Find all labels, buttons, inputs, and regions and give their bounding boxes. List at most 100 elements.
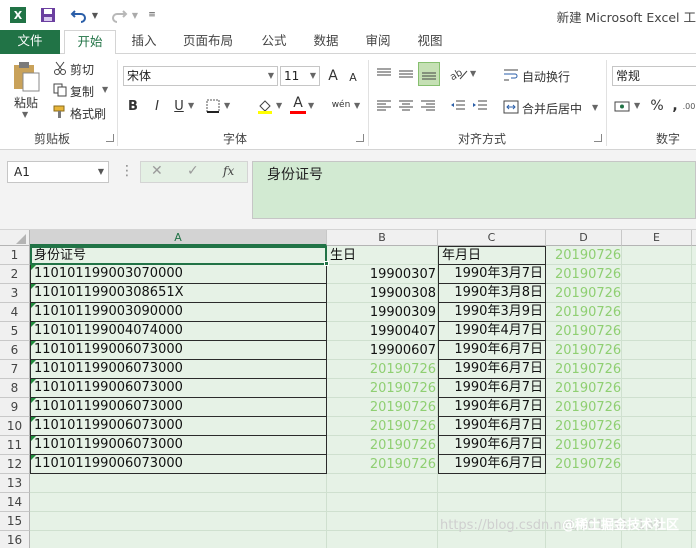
align-bottom-icon[interactable] — [418, 62, 440, 86]
cell-d[interactable]: 20190726 — [546, 455, 622, 474]
cut-button[interactable]: 剪切 — [70, 61, 94, 78]
align-left-icon[interactable] — [374, 96, 394, 116]
comma-style-button[interactable]: , — [668, 96, 682, 116]
row-header[interactable]: 8 — [0, 379, 30, 398]
copy-button[interactable]: 复制 — [70, 83, 94, 100]
cell-a[interactable]: 110101199006073000 — [30, 398, 327, 417]
row-header[interactable]: 3 — [0, 284, 30, 303]
underline-dropdown-icon[interactable]: ▼ — [188, 101, 194, 110]
format-painter-button[interactable]: 格式刷 — [70, 105, 106, 122]
cell-b[interactable]: 20190726 — [327, 360, 438, 379]
font-name-combo[interactable]: 宋体 ▼ — [123, 66, 278, 86]
phonetic-dropdown-icon[interactable]: ▼ — [354, 101, 360, 110]
cell-d[interactable]: 20190726 — [546, 417, 622, 436]
cell-d[interactable]: 20190726 — [546, 284, 622, 303]
italic-button[interactable]: I — [148, 96, 166, 116]
cell-c[interactable]: 1990年3月8日 — [438, 284, 546, 303]
column-header-f[interactable] — [692, 230, 696, 246]
cancel-icon[interactable]: ✕ — [151, 163, 163, 179]
number-format-combo[interactable]: 常规 — [612, 66, 696, 86]
underline-button[interactable]: U — [170, 96, 188, 116]
cell-c[interactable]: 年月日 — [438, 246, 546, 265]
cell-a[interactable]: 110101199006073000 — [30, 360, 327, 379]
decrease-indent-icon[interactable] — [448, 96, 468, 116]
select-all-corner[interactable] — [0, 230, 30, 246]
currency-icon[interactable] — [612, 96, 634, 116]
insert-function-icon[interactable]: fx — [223, 164, 234, 178]
cell-d[interactable]: 20190726 — [546, 265, 622, 284]
tab-file[interactable]: 文件 — [0, 30, 60, 54]
copy-dropdown-icon[interactable]: ▼ — [102, 85, 108, 94]
tab-formulas[interactable]: 公式 — [252, 30, 296, 54]
tab-view[interactable]: 视图 — [408, 30, 452, 54]
align-middle-icon[interactable] — [396, 64, 416, 84]
formula-input[interactable]: 身份证号 — [252, 161, 696, 219]
orientation-dropdown-icon[interactable]: ▼ — [470, 69, 476, 78]
cell-a[interactable]: 11010119900308651X — [30, 284, 327, 303]
percent-button[interactable]: % — [648, 96, 666, 116]
cell-a[interactable]: 110101199004074000 — [30, 322, 327, 341]
row-header[interactable]: 13 — [0, 474, 30, 493]
row-header[interactable]: 12 — [0, 455, 30, 474]
cell-c[interactable]: 1990年6月7日 — [438, 398, 546, 417]
redo-icon[interactable] — [108, 5, 130, 25]
cell-a[interactable]: 110101199006073000 — [30, 436, 327, 455]
font-color-button[interactable]: A — [290, 94, 306, 114]
align-top-icon[interactable] — [374, 64, 394, 84]
row-header[interactable]: 2 — [0, 265, 30, 284]
alignment-launcher-icon[interactable] — [594, 134, 602, 142]
merge-center-button[interactable]: 合并后居中 — [522, 100, 582, 117]
cell-c[interactable]: 1990年6月7日 — [438, 360, 546, 379]
cell-a[interactable]: 身份证号 — [30, 246, 327, 265]
cell-b[interactable]: 生日 — [327, 246, 438, 265]
cell-c[interactable]: 1990年6月7日 — [438, 417, 546, 436]
row-header[interactable]: 15 — [0, 512, 30, 531]
worksheet-grid[interactable]: A B C D E 1 2 3 4 5 6 7 8 9 10 11 12 13 14 15 16 身份证号 生日年… — [0, 230, 696, 548]
row-header[interactable]: 6 — [0, 341, 30, 360]
cell-c[interactable]: 1990年3月9日 — [438, 303, 546, 322]
cell-d[interactable]: 20190726 — [546, 436, 622, 455]
column-header-d[interactable]: D — [546, 230, 622, 246]
align-right-icon[interactable] — [418, 96, 438, 116]
cell-b[interactable]: 19900308 — [327, 284, 438, 303]
cell-a[interactable]: 110101199006073000 — [30, 417, 327, 436]
cell-d[interactable]: 20190726 — [546, 379, 622, 398]
customize-qa-icon[interactable]: ≡ — [146, 5, 158, 25]
cell-d[interactable]: 20190726 — [546, 303, 622, 322]
row-header[interactable]: 11 — [0, 436, 30, 455]
paste-button[interactable]: 粘贴 — [14, 94, 38, 111]
cell-d[interactable]: 20190726 — [546, 360, 622, 379]
cell-c[interactable]: 1990年6月7日 — [438, 436, 546, 455]
column-header-c[interactable]: C — [438, 230, 546, 246]
column-header-e[interactable]: E — [622, 230, 692, 246]
name-box[interactable]: A1 ▼ — [7, 161, 109, 183]
fill-handle[interactable] — [324, 261, 329, 266]
font-launcher-icon[interactable] — [356, 134, 364, 142]
format-painter-icon[interactable] — [52, 104, 68, 120]
row-header[interactable]: 1 — [0, 246, 30, 265]
increase-decimal-icon[interactable]: .00 — [682, 96, 696, 116]
grow-font-button[interactable]: A — [325, 66, 341, 86]
fill-color-icon[interactable] — [254, 96, 276, 116]
wrap-text-icon[interactable] — [502, 66, 520, 84]
row-header[interactable]: 16 — [0, 531, 30, 548]
redo-dropdown-icon[interactable]: ▼ — [130, 5, 140, 25]
column-header-a[interactable]: A — [30, 230, 327, 246]
bold-button[interactable]: B — [124, 96, 142, 116]
row-header[interactable]: 14 — [0, 493, 30, 512]
tab-insert[interactable]: 插入 — [122, 30, 166, 54]
merge-center-icon[interactable] — [502, 98, 520, 116]
cell-b[interactable]: 19900407 — [327, 322, 438, 341]
save-icon[interactable] — [38, 5, 58, 25]
cell-a[interactable]: 110101199006073000 — [30, 341, 327, 360]
wrap-text-button[interactable]: 自动换行 — [522, 68, 570, 85]
cell-b[interactable]: 19900607 — [327, 341, 438, 360]
cell-c[interactable]: 1990年6月7日 — [438, 455, 546, 474]
cell-d[interactable]: 20190726 — [546, 246, 622, 265]
column-header-b[interactable]: B — [327, 230, 438, 246]
font-color-dropdown-icon[interactable]: ▼ — [308, 101, 314, 110]
paste-dropdown-icon[interactable]: ▼ — [22, 110, 28, 119]
cut-icon[interactable] — [52, 60, 68, 76]
merge-dropdown-icon[interactable]: ▼ — [592, 103, 598, 112]
row-header[interactable]: 7 — [0, 360, 30, 379]
